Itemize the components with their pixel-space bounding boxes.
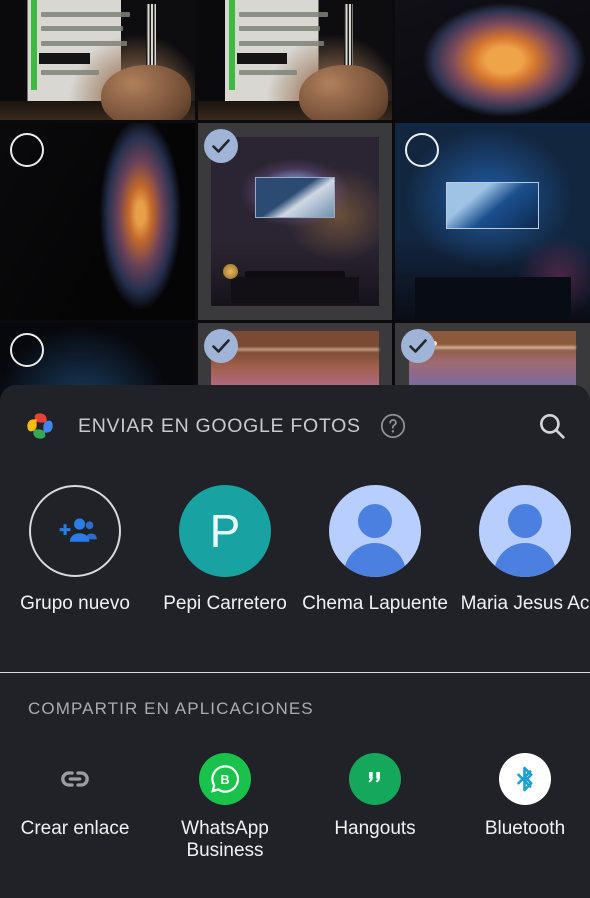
check-icon xyxy=(409,339,428,353)
check-icon xyxy=(211,339,230,353)
selection-checkbox-checked[interactable] xyxy=(401,329,436,363)
avatar-head-shape xyxy=(358,504,392,538)
hangouts-icon-wrap xyxy=(349,753,401,805)
bluetooth-icon-wrap xyxy=(499,753,551,805)
app-hangouts[interactable]: Hangouts xyxy=(300,753,450,863)
person-pepi-carretero[interactable]: P Pepi Carretero xyxy=(150,485,300,672)
selection-checkbox-checked[interactable] xyxy=(203,329,238,363)
person-name: Chema Lapuente xyxy=(302,593,448,614)
hangouts-icon xyxy=(368,771,380,783)
photo-cell[interactable] xyxy=(395,123,590,320)
avatar-body-shape xyxy=(344,543,406,577)
whatsapp-business-icon: B xyxy=(211,765,240,793)
apps-section-title: COMPARTIR EN APLICACIONES xyxy=(28,699,314,718)
avatar-head-shape xyxy=(508,504,542,538)
app-label: Crear enlace xyxy=(20,818,130,839)
app-crear-enlace[interactable]: Crear enlace xyxy=(0,753,150,863)
link-icon-wrap xyxy=(49,753,101,805)
help-circle-icon[interactable] xyxy=(379,412,407,440)
photo-cell[interactable] xyxy=(395,0,590,120)
app-bluetooth[interactable]: Bluetooth xyxy=(450,753,590,863)
person-name: Grupo nuevo xyxy=(20,593,130,614)
photo-thumbnail xyxy=(395,0,590,120)
whatsapp-business-icon-wrap: B xyxy=(199,753,251,805)
search-icon[interactable] xyxy=(536,410,568,442)
avatar-generic xyxy=(329,485,421,577)
app-label: Hangouts xyxy=(334,818,416,839)
photo-cell[interactable] xyxy=(0,123,195,320)
check-icon xyxy=(211,139,230,153)
apps-row: Crear enlace B WhatsApp Business Hangout… xyxy=(0,719,590,863)
share-sheet-title: ENVIAR EN GOOGLE FOTOS xyxy=(78,414,361,437)
selection-checkbox-unchecked[interactable] xyxy=(10,333,44,367)
photo-cell-selected[interactable] xyxy=(197,123,393,320)
avatar-body-shape xyxy=(494,543,556,577)
svg-text:B: B xyxy=(220,773,229,787)
selection-checkbox-unchecked[interactable] xyxy=(10,133,44,167)
person-name: Pepi Carretero xyxy=(163,593,287,614)
apps-section: COMPARTIR EN APLICACIONES Crear enlace B… xyxy=(0,673,590,863)
selection-checkbox-checked[interactable] xyxy=(203,129,238,163)
avatar-initial-letter: P xyxy=(209,505,241,557)
app-label: Bluetooth xyxy=(484,818,566,839)
photo-grid xyxy=(0,0,590,443)
people-row: Grupo nuevo P Pepi Carretero Chema Lapue… xyxy=(0,467,590,672)
avatar-generic xyxy=(479,485,571,577)
photo-thumbnail xyxy=(211,136,379,307)
google-photos-logo-icon xyxy=(27,413,53,439)
share-sheet-screen: ENVIAR EN GOOGLE FOTOS Grupo nuevo P Pep… xyxy=(0,0,590,898)
photo-cell[interactable] xyxy=(197,0,393,120)
photo-thumbnail xyxy=(197,0,393,120)
person-chema-lapuente[interactable]: Chema Lapuente xyxy=(300,485,450,672)
app-label: WhatsApp Business xyxy=(181,818,269,862)
person-name: Maria Jesus Ac xyxy=(460,593,590,614)
avatar-initial: P xyxy=(179,485,271,577)
person-maria-jesus[interactable]: Maria Jesus Ac xyxy=(450,485,590,672)
share-sheet-header: ENVIAR EN GOOGLE FOTOS xyxy=(0,385,590,467)
add-people-icon xyxy=(59,518,97,542)
share-sheet: ENVIAR EN GOOGLE FOTOS Grupo nuevo P Pep… xyxy=(0,385,590,898)
bluetooth-icon xyxy=(517,766,533,792)
link-icon xyxy=(61,771,89,787)
app-whatsapp-business[interactable]: B WhatsApp Business xyxy=(150,753,300,863)
photo-cell[interactable] xyxy=(0,0,195,120)
avatar-new-group xyxy=(29,485,121,577)
person-new-group[interactable]: Grupo nuevo xyxy=(0,485,150,672)
photo-thumbnail xyxy=(0,0,195,120)
